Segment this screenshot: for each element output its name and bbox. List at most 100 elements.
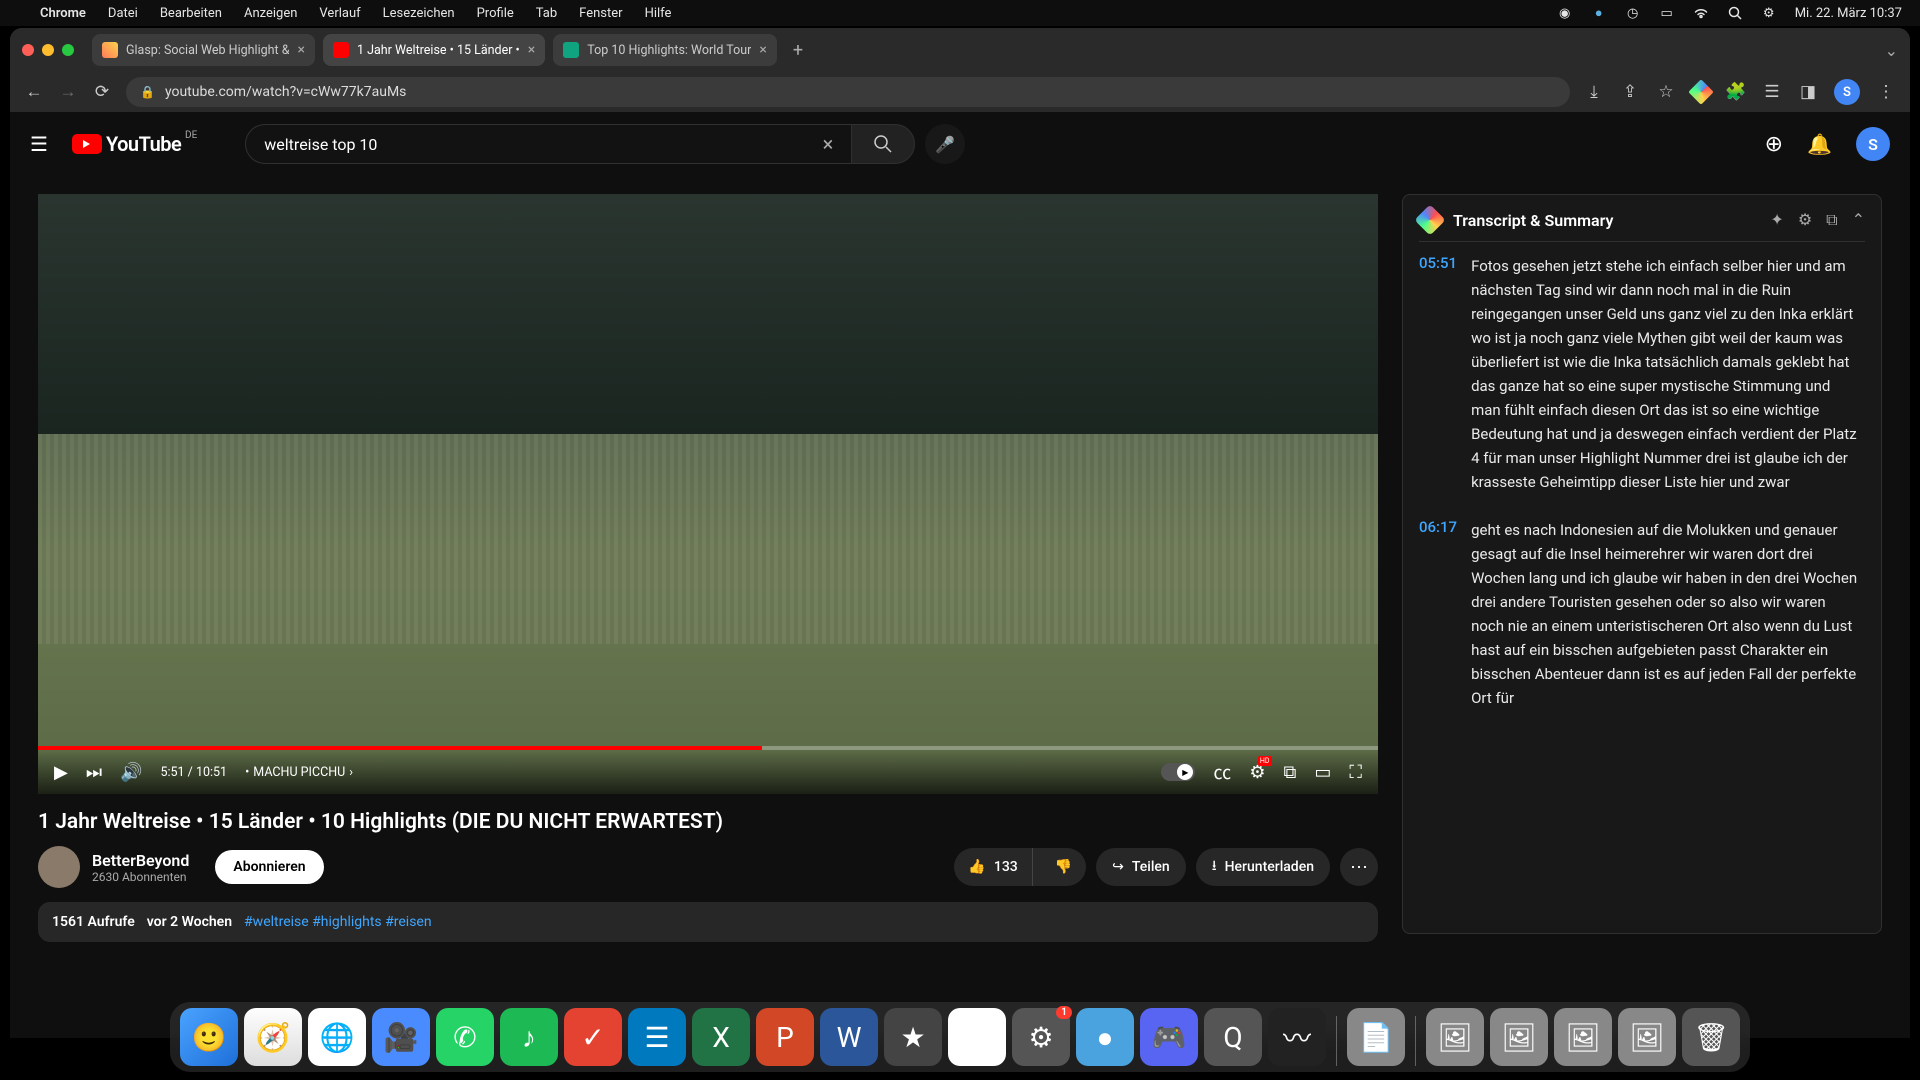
tab-glasp[interactable]: Glasp: Social Web Highlight & × bbox=[92, 34, 315, 66]
guide-menu-button[interactable]: ☰ bbox=[30, 132, 48, 156]
next-button[interactable]: ⏭ bbox=[86, 762, 102, 783]
clear-search-icon[interactable]: × bbox=[823, 132, 834, 156]
share-icon[interactable]: ⇪ bbox=[1620, 82, 1640, 102]
back-button[interactable]: ← bbox=[24, 82, 44, 102]
menu-profile[interactable]: Profile bbox=[477, 6, 514, 21]
notifications-button[interactable]: 🔔 bbox=[1807, 132, 1832, 156]
clock-icon[interactable]: ◷ bbox=[1625, 5, 1641, 21]
search-icon[interactable] bbox=[1727, 5, 1743, 21]
dock-chrome[interactable]: 🌐 bbox=[308, 1008, 366, 1066]
maximize-window-button[interactable] bbox=[62, 44, 74, 56]
menu-fenster[interactable]: Fenster bbox=[579, 6, 622, 21]
account-avatar[interactable]: S bbox=[1856, 127, 1890, 161]
ai-summary-icon[interactable]: ✦ bbox=[1770, 210, 1783, 230]
minimize-window-button[interactable] bbox=[42, 44, 54, 56]
dock-safari[interactable]: 🧭 bbox=[244, 1008, 302, 1066]
install-app-icon[interactable]: ⤓ bbox=[1584, 82, 1604, 102]
dock-voice-memos[interactable]: 〰 bbox=[1268, 1008, 1326, 1066]
close-tab-icon[interactable]: × bbox=[297, 42, 304, 58]
menu-datei[interactable]: Datei bbox=[108, 6, 138, 21]
dock-discord[interactable]: 🎮 bbox=[1140, 1008, 1198, 1066]
theater-button[interactable]: ▭ bbox=[1314, 762, 1331, 783]
dock-word[interactable]: W bbox=[820, 1008, 878, 1066]
timestamp[interactable]: 05:51 bbox=[1419, 254, 1457, 494]
menu-anzeigen[interactable]: Anzeigen bbox=[244, 6, 297, 21]
menu-verlauf[interactable]: Verlauf bbox=[319, 6, 360, 21]
wifi-icon[interactable] bbox=[1693, 5, 1709, 21]
more-actions-button[interactable]: ⋯ bbox=[1340, 848, 1378, 886]
dock-excel[interactable]: X bbox=[692, 1008, 750, 1066]
control-center-icon[interactable]: ⚙ bbox=[1761, 5, 1777, 21]
dock-trello[interactable]: ☰ bbox=[628, 1008, 686, 1066]
dock-settings[interactable]: ⚙1 bbox=[1012, 1008, 1070, 1066]
share-button[interactable]: ↪ Teilen bbox=[1096, 848, 1186, 886]
record-icon[interactable]: ◉ bbox=[1557, 5, 1573, 21]
fullscreen-button[interactable]: ⛶ bbox=[1349, 762, 1362, 783]
dock-app-1[interactable]: ● bbox=[1076, 1008, 1134, 1066]
tab-list-button[interactable]: ⌄ bbox=[1885, 41, 1898, 60]
profile-avatar[interactable]: S bbox=[1834, 79, 1860, 105]
close-tab-icon[interactable]: × bbox=[759, 42, 766, 58]
search-input[interactable]: weltreise top 10 × bbox=[245, 124, 851, 164]
dock-whatsapp[interactable]: ✆ bbox=[436, 1008, 494, 1066]
tab-youtube[interactable]: 1 Jahr Weltreise • 15 Länder • × bbox=[323, 34, 545, 66]
tab-highlights[interactable]: Top 10 Highlights: World Tour × bbox=[553, 34, 777, 66]
menu-lesezeichen[interactable]: Lesezeichen bbox=[383, 6, 455, 21]
dock-powerpoint[interactable]: P bbox=[756, 1008, 814, 1066]
dock-spotify[interactable]: ♪ bbox=[500, 1008, 558, 1066]
battery-icon[interactable]: ▭ bbox=[1659, 5, 1675, 21]
settings-button[interactable]: ⚙HD bbox=[1249, 762, 1265, 783]
search-button[interactable] bbox=[851, 124, 915, 164]
transcript-entry[interactable]: 06:17 geht es nach Indonesien auf die Mo… bbox=[1419, 518, 1861, 710]
dislike-button[interactable]: 👎 bbox=[1041, 859, 1086, 875]
dock-imovie[interactable]: ★ bbox=[884, 1008, 942, 1066]
autoplay-toggle[interactable] bbox=[1161, 763, 1195, 781]
extensions-icon[interactable]: 🧩 bbox=[1726, 82, 1746, 102]
play-button[interactable]: ▶ bbox=[54, 762, 68, 783]
dock-trash[interactable]: 🗑 bbox=[1682, 1008, 1740, 1066]
menu-hilfe[interactable]: Hilfe bbox=[645, 6, 672, 21]
miniplayer-button[interactable]: ⧉ bbox=[1284, 762, 1297, 783]
download-button[interactable]: ⭳ Herunterladen bbox=[1196, 848, 1330, 886]
settings-icon[interactable]: ⚙ bbox=[1798, 210, 1812, 230]
new-tab-button[interactable]: + bbox=[785, 40, 811, 61]
dock-folder-1[interactable]: 🖼 bbox=[1426, 1008, 1484, 1066]
forward-button[interactable]: → bbox=[58, 82, 78, 102]
create-button[interactable]: ⊕ bbox=[1765, 132, 1783, 157]
collapse-icon[interactable]: ⌃ bbox=[1852, 210, 1865, 230]
dock-app-2[interactable]: 📄 bbox=[1347, 1008, 1405, 1066]
chapter-button[interactable]: • MACHU PICCHU › bbox=[245, 765, 353, 780]
dock-zoom[interactable]: 🎥 bbox=[372, 1008, 430, 1066]
transcript-entry[interactable]: 05:51 Fotos gesehen jetzt stehe ich einf… bbox=[1419, 254, 1861, 494]
hashtags[interactable]: #weltreise #highlights #reisen bbox=[244, 914, 432, 930]
dock-todoist[interactable]: ✓ bbox=[564, 1008, 622, 1066]
reload-button[interactable]: ⟳ bbox=[92, 82, 112, 102]
reading-list-icon[interactable]: ☰ bbox=[1762, 82, 1782, 102]
description-box[interactable]: 1561 Aufrufe vor 2 Wochen #weltreise #hi… bbox=[38, 902, 1378, 942]
side-panel-icon[interactable]: ◨ bbox=[1798, 82, 1818, 102]
channel-name[interactable]: BetterBeyond bbox=[92, 851, 189, 870]
app-name[interactable]: Chrome bbox=[40, 6, 86, 21]
dock-folder-2[interactable]: 🖼 bbox=[1490, 1008, 1548, 1066]
dock-quicktime[interactable]: Q bbox=[1204, 1008, 1262, 1066]
video-player[interactable]: ▶ ⏭ 🔊 5:51 / 10:51 • MACHU PICCHU › ㏄ ⚙ bbox=[38, 194, 1378, 794]
dock-folder-3[interactable]: 🖼 bbox=[1554, 1008, 1612, 1066]
like-button[interactable]: 👍 133 bbox=[954, 848, 1032, 886]
glasp-extension-icon[interactable] bbox=[1688, 79, 1713, 104]
menu-bearbeiten[interactable]: Bearbeiten bbox=[160, 6, 222, 21]
menu-tab[interactable]: Tab bbox=[536, 6, 557, 21]
volume-button[interactable]: 🔊 bbox=[120, 762, 142, 783]
bookmark-icon[interactable]: ☆ bbox=[1656, 82, 1676, 102]
subscribe-button[interactable]: Abonnieren bbox=[215, 850, 323, 884]
youtube-logo[interactable]: YouTube DE bbox=[72, 132, 181, 156]
dock-drive[interactable]: △ bbox=[948, 1008, 1006, 1066]
subtitles-button[interactable]: ㏄ bbox=[1213, 759, 1231, 785]
transcript-body[interactable]: 05:51 Fotos gesehen jetzt stehe ich einf… bbox=[1419, 242, 1865, 933]
voice-search-button[interactable]: 🎤 bbox=[925, 124, 965, 164]
datetime[interactable]: Mi. 22. März 10:37 bbox=[1795, 6, 1902, 21]
timestamp[interactable]: 06:17 bbox=[1419, 518, 1457, 710]
status-circle-icon[interactable]: ● bbox=[1591, 5, 1607, 21]
close-window-button[interactable] bbox=[22, 44, 34, 56]
channel-avatar[interactable] bbox=[38, 846, 80, 888]
copy-icon[interactable]: ⧉ bbox=[1826, 210, 1837, 230]
